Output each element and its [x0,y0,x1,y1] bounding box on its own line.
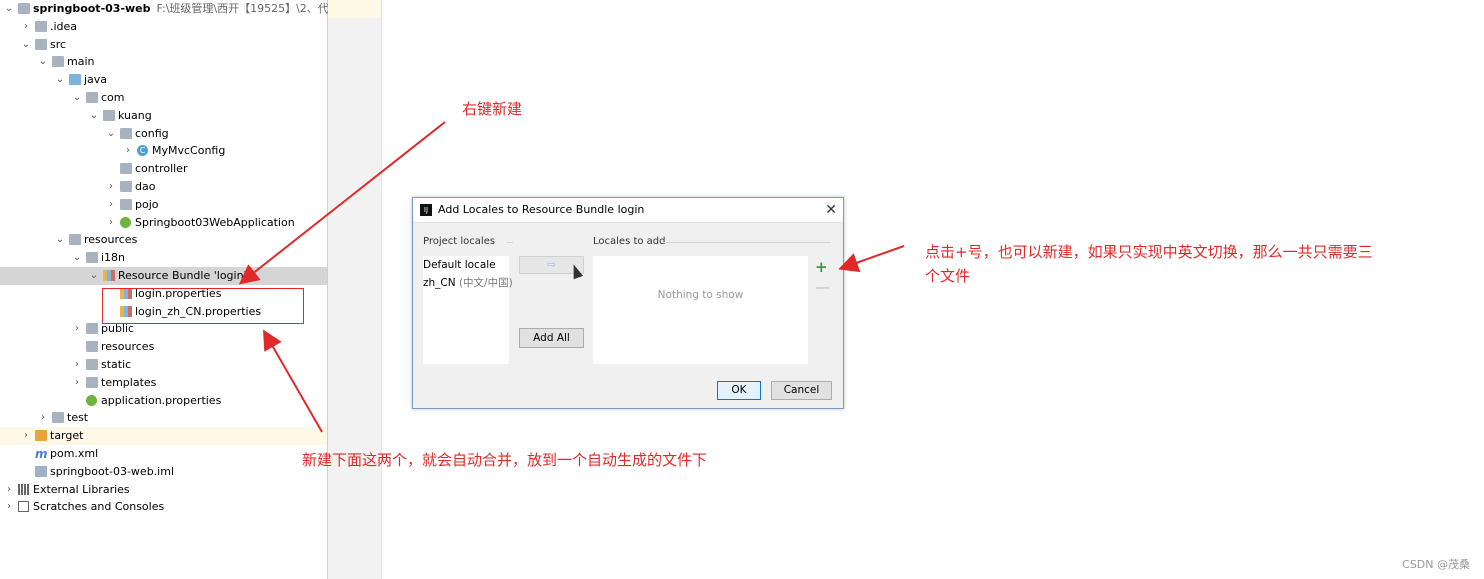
annotation-right-click-new: 右键新建 [462,100,523,118]
annotation-arrows [238,121,905,433]
annotation-create-two-files: 新建下面这两个，就会自动合并，放到一个自动生成的文件下 [302,451,708,469]
watermark: CSDN @茂桑 [1402,558,1470,571]
annotation-click-plus: 点击+号，也可以新建，如果只实现中英文切换，那么一共只需要三 [925,243,1373,261]
arrow-to-plus-button [838,245,905,273]
arrow-to-resource-bundle [238,121,446,285]
arrow-to-properties-files [263,329,323,433]
annotation-click-plus-line2: 个文件 [925,267,971,285]
